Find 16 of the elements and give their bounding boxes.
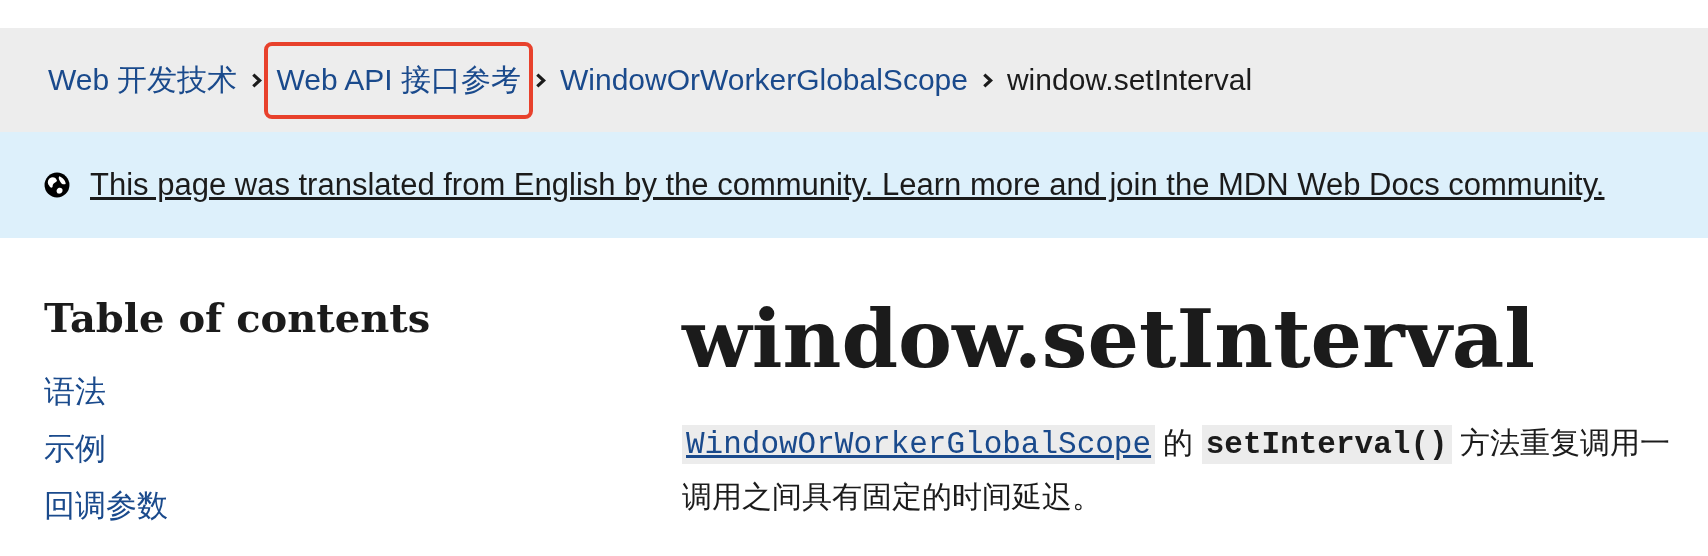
community-link[interactable]: This page was translated from English by the community. Learn more and join the MDN Web Docs community.: [90, 167, 1605, 203]
breadcrumb-current: window.setInterval: [1005, 62, 1254, 98]
page-title: window.setInterval: [682, 290, 1537, 388]
breadcrumb-link[interactable]: Web 开发技术: [36, 41, 250, 119]
breadcrumb-link[interactable]: WindowOrWorkerGlobalScope: [548, 45, 980, 115]
toc-link[interactable]: 示例: [44, 420, 106, 477]
breadcrumb-link[interactable]: Web API 接口参考: [264, 41, 533, 119]
interface-link[interactable]: WindowOrWorkerGlobalScope: [682, 425, 1156, 465]
intro-paragraph: WindowOrWorkerGlobalScope 的 setInterval() 方法重复调用一 调用之间具有固定的时间延迟。: [682, 424, 1671, 516]
chevron-right-icon: [981, 72, 993, 88]
globe-icon: [44, 172, 70, 198]
chevron-right-icon: [535, 72, 546, 88]
chevron-right-icon: [251, 72, 263, 88]
toc-link[interactable]: 语法: [44, 363, 106, 420]
toc-heading: Table of contents: [44, 294, 431, 341]
toc-link[interactable]: 回调参数: [44, 477, 168, 534]
